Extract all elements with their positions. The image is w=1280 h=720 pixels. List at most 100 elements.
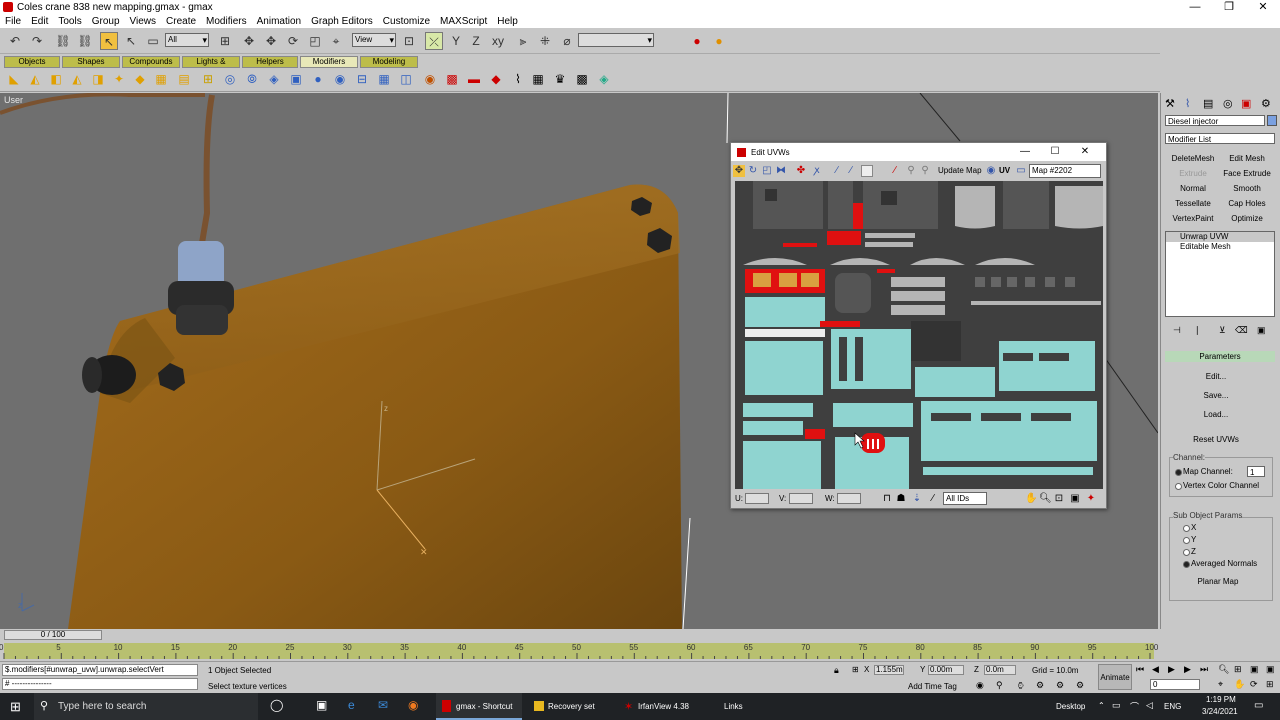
- uvw-close-button[interactable]: ✕: [1070, 143, 1100, 161]
- current-frame-field[interactable]: 0: [1150, 679, 1200, 690]
- firefox-icon[interactable]: ◉: [408, 698, 418, 712]
- reset-uvws-button[interactable]: Reset UVWs: [1185, 433, 1247, 446]
- planar-map-button[interactable]: Planar Map: [1183, 575, 1253, 588]
- snap-icon[interactable]: ⚙: [1036, 680, 1044, 691]
- motion-tab-icon[interactable]: ◎: [1223, 97, 1233, 110]
- material-editor-icon[interactable]: ●: [688, 32, 706, 50]
- tab-helpers[interactable]: Helpers: [242, 56, 298, 68]
- optimize-icon[interactable]: ▩: [444, 71, 460, 87]
- map-channel-spinner[interactable]: 1: [1247, 466, 1265, 477]
- modifier-stack[interactable]: Unwrap UVW Editable Mesh: [1165, 231, 1275, 317]
- taskbar-search-input[interactable]: Type here to search: [58, 701, 146, 712]
- material-icon[interactable]: ◈: [596, 71, 612, 87]
- zoom-icon[interactable]: 🔍︎: [1039, 493, 1052, 505]
- smooth-button[interactable]: Smooth: [1221, 182, 1273, 195]
- create-tab-icon[interactable]: ⚒: [1165, 97, 1175, 110]
- maxscript-listener-mini[interactable]: $.modifiers[#unwrap_uvw].unwrap.selectVe…: [2, 664, 198, 676]
- menu-customize[interactable]: Customize: [378, 16, 435, 27]
- uv-lock-icon[interactable]: ⚲: [919, 165, 931, 177]
- undo-icon[interactable]: ↶: [6, 32, 24, 50]
- face-extrude-button[interactable]: Face Extrude: [1221, 167, 1273, 180]
- hierarchy-tab-icon[interactable]: ▤: [1203, 97, 1213, 110]
- menu-help[interactable]: Help: [492, 16, 523, 27]
- select-object-icon[interactable]: ↖: [100, 32, 118, 50]
- uv-break-icon[interactable]: ꭗ: [811, 165, 823, 177]
- save-button[interactable]: Save...: [1191, 389, 1241, 402]
- edit-button[interactable]: Edit...: [1191, 370, 1241, 383]
- uv-scale-icon[interactable]: ◰: [761, 165, 773, 177]
- array-icon[interactable]: ⁜: [536, 32, 554, 50]
- make-unique-icon[interactable]: ⊻: [1219, 325, 1226, 336]
- select-and-link-icon[interactable]: ⊞: [216, 32, 234, 50]
- rect-selection-icon[interactable]: ▭: [144, 32, 162, 50]
- menu-tools[interactable]: Tools: [53, 16, 86, 27]
- notifications-icon[interactable]: ▭: [1254, 700, 1263, 711]
- y-coordinate-field[interactable]: 0.00m: [928, 665, 964, 675]
- map-channel-radio[interactable]: Map Channel:: [1175, 467, 1233, 476]
- volume-icon[interactable]: ◁: [1146, 700, 1153, 711]
- maximize-viewport-icon[interactable]: ⊞: [1266, 679, 1274, 690]
- hide-icon[interactable]: ☗: [895, 493, 907, 505]
- move-icon[interactable]: ✥: [240, 32, 258, 50]
- field-of-view-icon[interactable]: ⌖: [1218, 679, 1223, 690]
- object-color-swatch[interactable]: [1267, 115, 1277, 126]
- u-field[interactable]: [745, 493, 769, 504]
- key-filter-icon[interactable]: ⚲: [996, 680, 1003, 691]
- links-toolbar[interactable]: Links: [724, 702, 743, 711]
- play-icon[interactable]: ▶: [1168, 664, 1175, 675]
- filter-selected-icon[interactable]: ∕: [927, 493, 939, 505]
- squash-icon[interactable]: ⌖: [327, 32, 345, 50]
- uv-editor-canvas[interactable]: [735, 181, 1103, 489]
- taper-icon[interactable]: ◭: [27, 71, 43, 87]
- uv-spinner[interactable]: [861, 165, 873, 177]
- redo-icon[interactable]: ↷: [28, 32, 46, 50]
- maxscript-input[interactable]: # ---------------: [2, 678, 198, 690]
- z-coordinate-field[interactable]: 0.0m: [984, 665, 1016, 675]
- vertex-paint-icon[interactable]: ♛: [552, 71, 568, 87]
- pan-icon[interactable]: ✋: [1025, 493, 1037, 505]
- extrude-button[interactable]: Extrude: [1167, 167, 1219, 180]
- cap-holes-button[interactable]: Cap Holes: [1221, 197, 1273, 210]
- goto-start-icon[interactable]: ⏮: [1136, 664, 1144, 675]
- display-tab-icon[interactable]: ▣: [1241, 97, 1251, 110]
- noise-icon[interactable]: ◭: [69, 71, 85, 87]
- uvw-minimize-button[interactable]: —: [1010, 143, 1040, 161]
- axis-y-radio[interactable]: Y: [1183, 535, 1196, 544]
- twist-icon[interactable]: ◧: [48, 71, 64, 87]
- unwrap-icon[interactable]: ⦾: [244, 71, 260, 87]
- shell-icon[interactable]: ◫: [398, 71, 414, 87]
- menu-file[interactable]: File: [0, 16, 26, 27]
- next-frame-icon[interactable]: ▶: [1184, 664, 1191, 675]
- scale-icon[interactable]: ◰: [306, 32, 324, 50]
- mail-icon[interactable]: ✉: [378, 698, 388, 712]
- axis-z-radio[interactable]: Z: [1183, 547, 1196, 556]
- sphere-icon[interactable]: ●: [310, 71, 326, 87]
- zoom-extents-all-icon[interactable]: ▣: [1250, 664, 1259, 675]
- modifier-list-dropdown[interactable]: Modifier List: [1165, 133, 1275, 144]
- edit-mesh-button[interactable]: Edit Mesh: [1221, 152, 1273, 165]
- axis-x-icon[interactable]: Y: [447, 32, 465, 50]
- checker-icon[interactable]: ▩: [574, 71, 590, 87]
- mirror-icon[interactable]: ⫸: [514, 32, 532, 50]
- tray-expand-icon[interactable]: ⌃: [1098, 701, 1105, 710]
- tab-lights-cameras[interactable]: Lights & Cameras: [182, 56, 240, 76]
- angle-snap-icon[interactable]: ⚙: [1056, 680, 1064, 691]
- cylinder-icon[interactable]: ⊟: [354, 71, 370, 87]
- goto-end-icon[interactable]: ⏭: [1200, 664, 1208, 675]
- align-icon[interactable]: ⌀: [558, 32, 576, 50]
- menu-maxscript[interactable]: MAXScript: [435, 16, 492, 27]
- v-field[interactable]: [789, 493, 813, 504]
- averaged-normals-radio[interactable]: Averaged Normals: [1183, 559, 1257, 568]
- uv-mirror-icon[interactable]: ⧓: [775, 165, 787, 177]
- maximize-button[interactable]: ❐: [1212, 0, 1246, 14]
- tab-shapes[interactable]: Shapes: [62, 56, 120, 68]
- axis-z-icon[interactable]: Z: [467, 32, 485, 50]
- update-map-button[interactable]: Update Map: [938, 166, 982, 175]
- selection-filter-dropdown[interactable]: All: [165, 33, 209, 47]
- store-icon[interactable]: ▣: [316, 698, 327, 712]
- menu-modifiers[interactable]: Modifiers: [201, 16, 252, 27]
- uv-target-weld-icon[interactable]: ∕: [845, 165, 857, 177]
- multires-icon[interactable]: ▬: [466, 71, 482, 87]
- stack-item-unwrap-uvw[interactable]: Unwrap UVW: [1166, 232, 1274, 242]
- x-coordinate-field[interactable]: 1.155m: [874, 665, 904, 675]
